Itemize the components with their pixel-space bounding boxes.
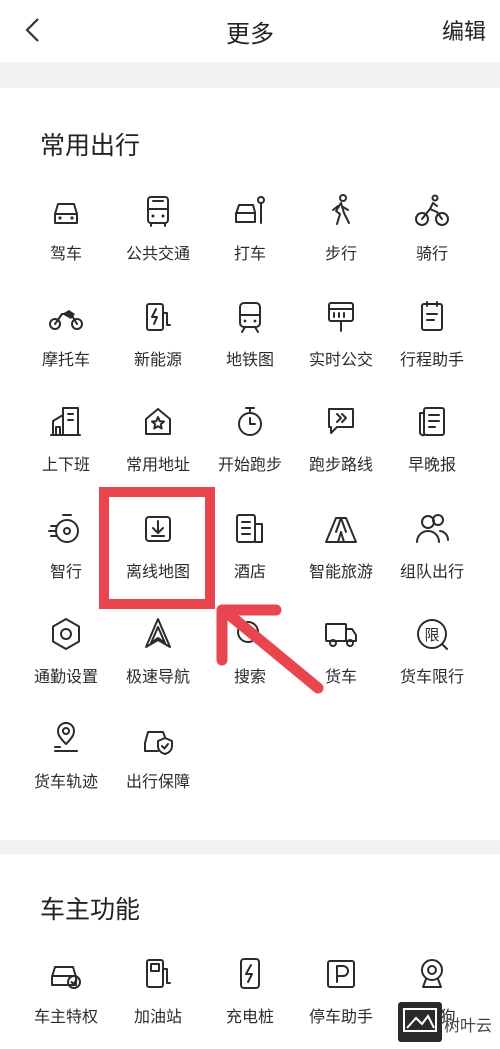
grid-item-location-track[interactable]: 货车轨迹 bbox=[16, 720, 116, 820]
location-track-icon bbox=[47, 720, 85, 758]
navigation-arrow-icon bbox=[139, 615, 177, 653]
svg-text:限: 限 bbox=[424, 626, 439, 644]
bus-stop-sign-icon bbox=[322, 298, 360, 336]
taxi-person-icon bbox=[231, 192, 269, 230]
grid-item-label: 骑行 bbox=[415, 244, 448, 263]
section-divider bbox=[0, 62, 500, 88]
grid-item-hotel[interactable]: 酒店 bbox=[200, 510, 300, 610]
grid-item-newspaper[interactable]: 早晚报 bbox=[382, 403, 482, 503]
speed-timer-icon bbox=[47, 510, 85, 548]
grid-item-gas-station[interactable]: 加油站 bbox=[108, 955, 208, 1049]
walking-person-icon bbox=[322, 192, 360, 230]
grid-item-clipboard[interactable]: 行程助手 bbox=[382, 298, 482, 398]
grid-item-car-badge[interactable]: 车主特权 bbox=[16, 955, 116, 1049]
watermark-text: 树叶云 bbox=[444, 1016, 493, 1035]
truck-icon bbox=[322, 615, 360, 653]
gas-station-icon bbox=[139, 955, 177, 993]
highlight-box bbox=[99, 487, 215, 609]
grid-item-cyclist[interactable]: 骑行 bbox=[382, 192, 482, 292]
grid-item-search[interactable]: 搜索 bbox=[200, 615, 300, 715]
grid-item-navigation-arrow[interactable]: 极速导航 bbox=[108, 615, 208, 715]
grid-item-restriction-sign[interactable]: 限货车限行 bbox=[382, 615, 482, 715]
grid-item-label: 早晚报 bbox=[407, 455, 456, 474]
restriction-sign-icon: 限 bbox=[413, 615, 451, 653]
grid-item-bus-stop-sign[interactable]: 实时公交 bbox=[291, 298, 391, 398]
grid-item-label: 组队出行 bbox=[399, 562, 464, 581]
grid-item-route-flag[interactable]: 跑步路线 bbox=[291, 403, 391, 503]
grid-item-charger[interactable]: 充电桩 bbox=[200, 955, 300, 1049]
group-people-icon bbox=[413, 510, 451, 548]
grid-item-charging-pile[interactable]: 新能源 bbox=[108, 298, 208, 398]
tent-icon bbox=[322, 510, 360, 548]
parking-icon bbox=[322, 955, 360, 993]
car-icon bbox=[47, 192, 85, 230]
grid-item-bus[interactable]: 公共交通 bbox=[108, 192, 208, 292]
edit-button[interactable]: 编辑 bbox=[442, 14, 486, 46]
hexagon-gear-icon bbox=[47, 615, 85, 653]
house-star-icon bbox=[139, 403, 177, 441]
charging-pile-icon bbox=[139, 298, 177, 336]
buildings-icon bbox=[47, 403, 85, 441]
grid-item-taxi-person[interactable]: 打车 bbox=[200, 192, 300, 292]
charger-icon bbox=[231, 955, 269, 993]
subway-icon bbox=[231, 298, 269, 336]
stopwatch-icon bbox=[231, 403, 269, 441]
grid-item-car-shield[interactable]: 出行保障 bbox=[108, 720, 208, 820]
grid-item-truck[interactable]: 货车 bbox=[291, 615, 391, 715]
route-flag-icon bbox=[322, 403, 360, 441]
page-title: 更多 bbox=[226, 20, 274, 48]
grid-item-car[interactable]: 驾车 bbox=[16, 192, 116, 292]
grid-item-subway[interactable]: 地铁图 bbox=[200, 298, 300, 398]
top-bar: 更多 编辑 bbox=[0, 0, 500, 62]
grid-item-label: 货车限行 bbox=[399, 667, 464, 686]
dashcam-icon bbox=[413, 955, 451, 993]
motorcycle-icon bbox=[47, 298, 85, 336]
grid-item-label: 行程助手 bbox=[399, 350, 464, 369]
grid-item-stopwatch[interactable]: 开始跑步 bbox=[200, 403, 300, 503]
section-divider bbox=[0, 840, 500, 854]
grid-item-motorcycle[interactable]: 摩托车 bbox=[16, 298, 116, 398]
hotel-icon bbox=[231, 510, 269, 548]
car-badge-icon bbox=[47, 955, 85, 993]
grid-item-hexagon-gear[interactable]: 通勤设置 bbox=[16, 615, 116, 715]
section-title: 车主功能 bbox=[40, 895, 141, 924]
search-icon bbox=[231, 615, 269, 653]
grid-item-walking-person[interactable]: 步行 bbox=[291, 192, 391, 292]
newspaper-icon bbox=[413, 403, 451, 441]
clipboard-icon bbox=[413, 298, 451, 336]
car-shield-icon bbox=[139, 720, 177, 758]
grid-item-parking[interactable]: 停车助手 bbox=[291, 955, 391, 1049]
section-title: 常用出行 bbox=[40, 131, 141, 160]
grid-item-group-people[interactable]: 组队出行 bbox=[382, 510, 482, 610]
watermark: 树叶云 bbox=[398, 1002, 496, 1042]
grid-item-tent[interactable]: 智能旅游 bbox=[291, 510, 391, 610]
bus-icon bbox=[139, 192, 177, 230]
cyclist-icon bbox=[413, 192, 451, 230]
grid-item-label: 出行保障 bbox=[125, 772, 190, 791]
watermark-logo bbox=[398, 1002, 442, 1042]
